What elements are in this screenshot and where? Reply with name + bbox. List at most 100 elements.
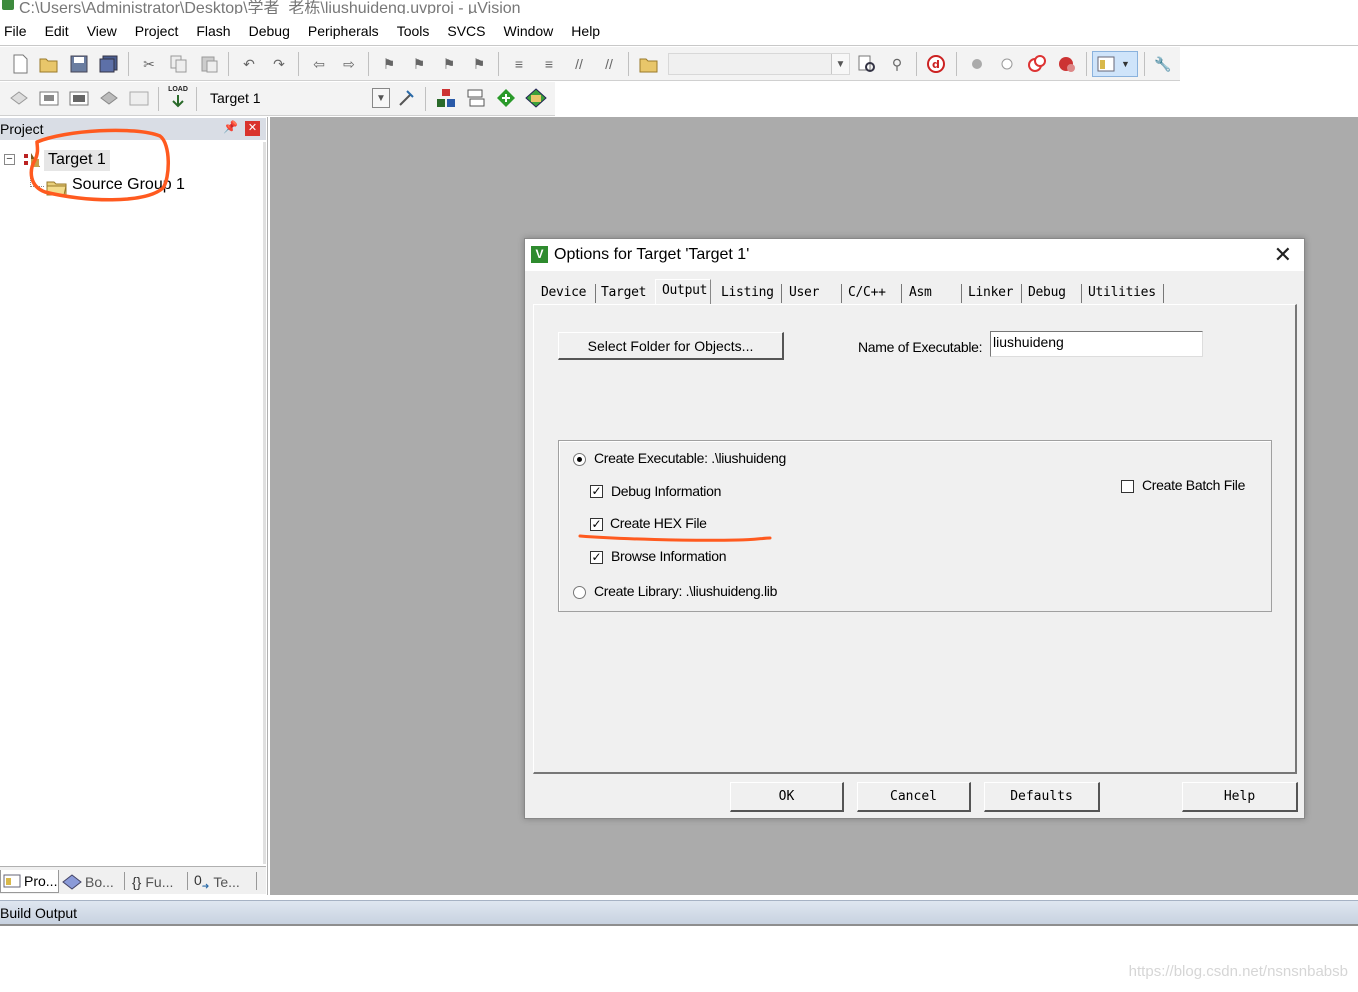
create-library-radio[interactable] (573, 586, 586, 599)
download-load-icon[interactable]: LOAD (167, 86, 189, 108)
stop-build-icon[interactable] (128, 87, 150, 109)
menu-tools[interactable]: Tools (397, 23, 430, 39)
find-icon[interactable] (856, 53, 878, 75)
tab-functions[interactable]: {} Fu... (132, 870, 186, 893)
debug-session-icon[interactable]: d (925, 53, 947, 75)
tab-debug[interactable]: Debug (1028, 282, 1066, 304)
tree-item-source-group[interactable]: Source Group 1 (72, 176, 185, 194)
tab-user[interactable]: User (789, 282, 819, 304)
build-output-panel: Build Output (0, 900, 1358, 926)
menu-file[interactable]: File (4, 23, 27, 39)
run-time-environment-icon[interactable] (495, 87, 517, 109)
indent-icon[interactable]: ≡ (508, 53, 530, 75)
help-button[interactable]: Help (1182, 782, 1298, 812)
manage-components-icon[interactable] (435, 87, 457, 109)
disable-breakpoint-icon[interactable] (996, 53, 1018, 75)
menu-edit[interactable]: Edit (45, 23, 69, 39)
braces-icon: {} (132, 873, 142, 890)
tab-books-label: Bo... (85, 873, 114, 890)
defaults-button[interactable]: Defaults (984, 782, 1100, 812)
pack-installer-icon[interactable] (525, 87, 547, 109)
select-folder-button[interactable]: Select Folder for Objects... (558, 332, 784, 360)
file-extensions-icon[interactable] (465, 87, 487, 109)
tab-cpp[interactable]: C/C++ (848, 282, 886, 304)
incremental-find-icon[interactable]: ⚲ (886, 53, 908, 75)
defaults-button-label: Defaults (1010, 789, 1073, 804)
menu-flash[interactable]: Flash (196, 23, 230, 39)
target-select[interactable]: Target 1 ▼ (204, 88, 390, 110)
next-bookmark-icon[interactable]: ⚑ (438, 53, 460, 75)
menu-project[interactable]: Project (135, 23, 179, 39)
pin-icon[interactable]: 📌 (223, 120, 238, 134)
name-of-executable-input[interactable]: liushuideng (990, 331, 1203, 357)
cut-icon[interactable]: ✂ (138, 53, 160, 75)
open-folder-icon[interactable] (38, 53, 60, 75)
batch-build-icon[interactable] (98, 87, 120, 109)
breakpoint-icon[interactable] (966, 53, 988, 75)
debug-information-checkbox[interactable]: ✓ (590, 485, 603, 498)
options-for-target-icon[interactable] (396, 87, 418, 109)
browse-information-label: Browse Information (611, 548, 727, 564)
undo-icon[interactable]: ↶ (238, 53, 260, 75)
menu-view[interactable]: View (87, 23, 117, 39)
tab-linker[interactable]: Linker (968, 282, 1013, 304)
cancel-button[interactable]: Cancel (857, 782, 971, 812)
find-combo[interactable]: ▼ (668, 53, 850, 75)
build-icon[interactable] (38, 87, 60, 109)
collapse-target-icon[interactable]: − (4, 154, 15, 165)
find-in-files-icon[interactable] (638, 53, 660, 75)
tab-templates[interactable]: 0➜ Te... (194, 870, 254, 893)
navigate-forward-icon[interactable]: ⇨ (338, 53, 360, 75)
tree-item-target[interactable]: Target 1 (48, 151, 106, 169)
close-icon[interactable]: ✕ (1274, 242, 1292, 268)
create-batch-file-checkbox[interactable] (1121, 480, 1134, 493)
paste-icon[interactable] (198, 53, 220, 75)
uvision-app-icon (2, 0, 14, 10)
tab-device[interactable]: Device (541, 282, 586, 304)
create-executable-radio[interactable] (573, 453, 586, 466)
copy-icon[interactable] (168, 53, 190, 75)
kill-all-breakpoints-icon[interactable] (1056, 53, 1078, 75)
disable-all-breakpoints-icon[interactable] (1026, 53, 1048, 75)
chevron-down-icon[interactable]: ▼ (372, 88, 390, 108)
navigate-back-icon[interactable]: ⇦ (308, 53, 330, 75)
tab-asm[interactable]: Asm (909, 282, 932, 304)
tab-listing[interactable]: Listing (721, 282, 774, 304)
tab-books[interactable]: Bo... (62, 870, 122, 893)
close-icon[interactable]: ✕ (245, 121, 260, 136)
tab-utilities[interactable]: Utilities (1088, 282, 1156, 304)
cancel-button-label: Cancel (890, 789, 937, 804)
save-icon[interactable] (68, 53, 90, 75)
save-all-icon[interactable] (98, 53, 120, 75)
menu-help[interactable]: Help (571, 23, 600, 39)
create-hex-file-checkbox[interactable]: ✓ (590, 518, 603, 531)
panel-tabs: Pro... Bo... {} Fu... 0➜ Te... (0, 866, 266, 894)
ok-button[interactable]: OK (730, 782, 844, 812)
rebuild-icon[interactable] (68, 87, 90, 109)
tab-project[interactable]: Pro... (0, 870, 59, 893)
browse-information-checkbox[interactable]: ✓ (590, 551, 603, 564)
new-file-icon[interactable] (9, 53, 31, 75)
window-layout-button[interactable]: ▼ (1092, 51, 1138, 77)
tab-target[interactable]: Target (601, 282, 646, 304)
translate-icon[interactable] (8, 87, 30, 109)
redo-icon[interactable]: ↷ (268, 53, 290, 75)
clear-bookmarks-icon[interactable]: ⚑ (468, 53, 490, 75)
project-panel (0, 117, 268, 895)
menu-svcs[interactable]: SVCS (447, 23, 485, 39)
chevron-down-icon[interactable]: ▼ (831, 54, 849, 74)
insert-bookmark-icon[interactable]: ⚑ (378, 53, 400, 75)
watermark-text: https://blog.csdn.net/nsnsnbabsb (1128, 963, 1348, 980)
output-tab-page: Select Folder for Objects... Name of Exe… (533, 304, 1297, 774)
menu-window[interactable]: Window (504, 23, 554, 39)
panel-splitter[interactable] (263, 142, 266, 864)
menu-debug[interactable]: Debug (249, 23, 290, 39)
uncomment-icon[interactable]: // (598, 53, 620, 75)
previous-bookmark-icon[interactable]: ⚑ (408, 53, 430, 75)
svg-text:d: d (932, 58, 940, 71)
tab-output[interactable]: Output (655, 279, 711, 305)
menu-peripherals[interactable]: Peripherals (308, 23, 379, 39)
comment-icon[interactable]: // (568, 53, 590, 75)
unindent-icon[interactable]: ≡ (538, 53, 560, 75)
configure-icon[interactable]: 🔧 (1152, 53, 1174, 75)
